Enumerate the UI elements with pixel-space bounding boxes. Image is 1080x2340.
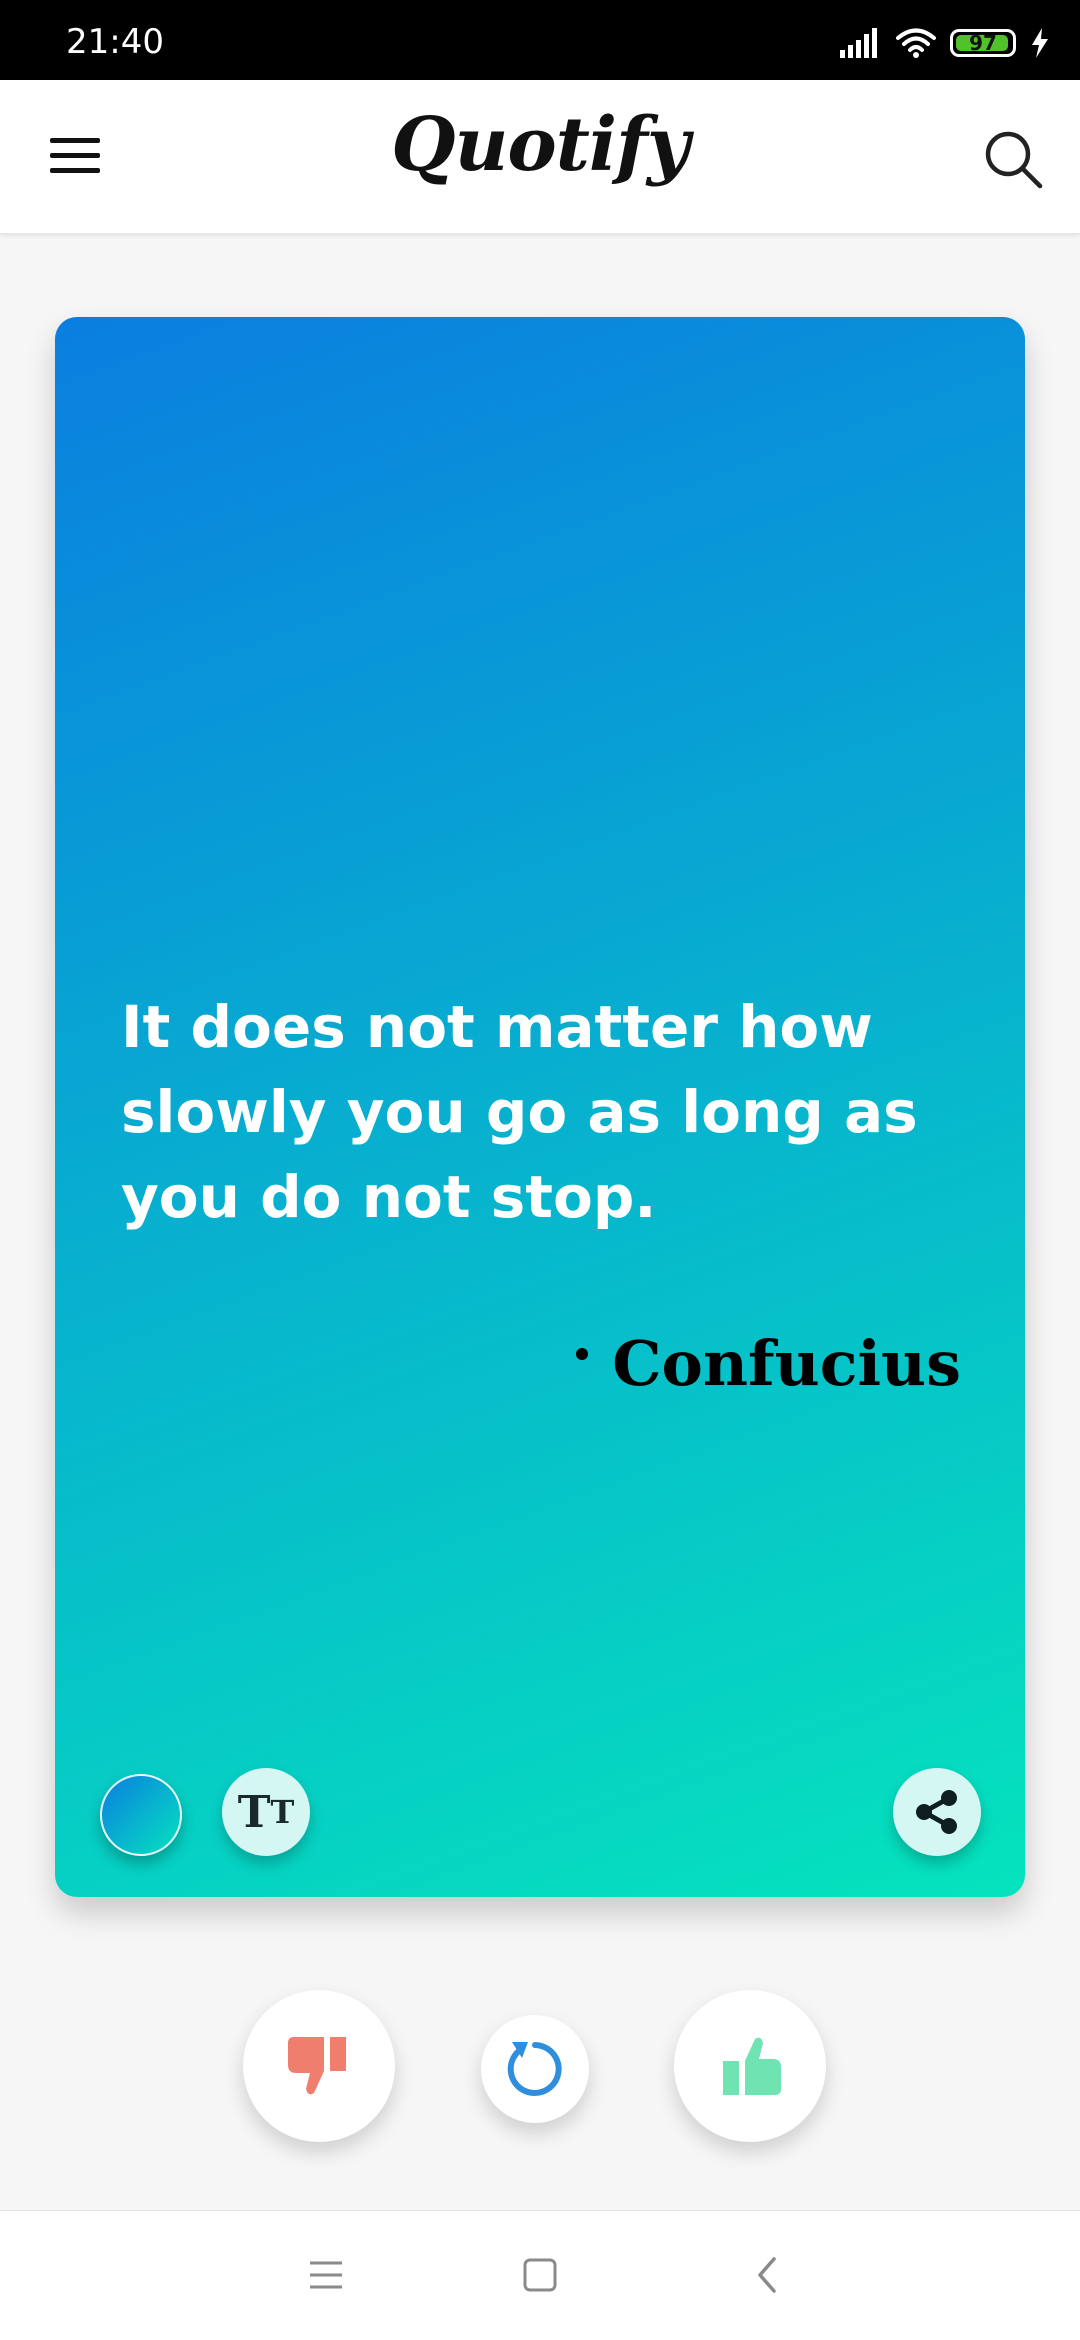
signal-icon <box>840 28 877 58</box>
refresh-button[interactable] <box>481 2015 589 2123</box>
back-icon <box>758 2257 776 2293</box>
home-icon <box>523 2258 557 2292</box>
thumbs-up-icon <box>723 2037 781 2095</box>
quote-author: Confucius <box>612 1327 961 1400</box>
status-bar: 21:40 97 <box>0 0 1080 80</box>
battery-level: 97 <box>969 31 997 55</box>
author-row: Confucius <box>576 1327 961 1400</box>
status-icons: 97 <box>838 26 1050 60</box>
quote-card[interactable]: It does not matter how slowly you go as … <box>55 317 1025 1897</box>
recent-apps-icon <box>310 2261 342 2289</box>
dislike-button[interactable] <box>243 1990 395 2142</box>
font-icon-glyph-big: T <box>237 1786 271 1838</box>
search-button[interactable] <box>980 126 1046 192</box>
share-icon <box>916 1790 957 1834</box>
font-style-button[interactable]: TT <box>222 1768 310 1856</box>
status-time: 21:40 <box>66 22 164 62</box>
author-bullet <box>576 1347 589 1360</box>
home-button[interactable] <box>510 2251 570 2301</box>
search-icon <box>985 131 1043 189</box>
color-picker-button[interactable] <box>100 1774 182 1856</box>
thumbs-down-icon <box>288 2037 346 2095</box>
wifi-icon <box>896 28 936 58</box>
app-title: Quotify <box>391 102 690 188</box>
quote-text: It does not matter how slowly you go as … <box>121 993 918 1231</box>
refresh-icon <box>507 2042 562 2096</box>
charging-icon <box>1032 28 1048 58</box>
app-bar: Quotify <box>0 80 1080 234</box>
system-nav-bar <box>0 2210 1080 2340</box>
back-button[interactable] <box>738 2251 798 2301</box>
like-button[interactable] <box>674 1990 826 2142</box>
font-icon-glyph-small: T <box>270 1793 295 1831</box>
recent-apps-button[interactable] <box>296 2251 356 2301</box>
share-button[interactable] <box>893 1768 981 1856</box>
battery-icon: 97 <box>950 29 1016 57</box>
